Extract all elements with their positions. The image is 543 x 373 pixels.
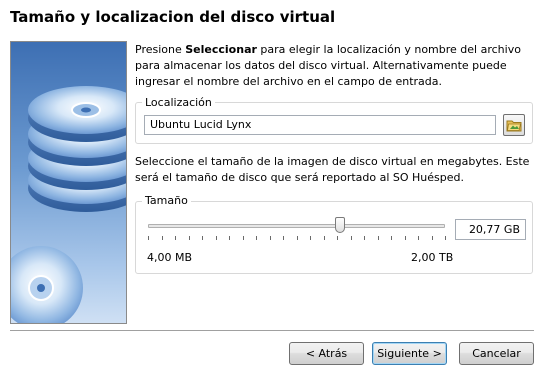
slider-tick: [189, 236, 190, 240]
slider-tick: [432, 236, 433, 240]
back-button[interactable]: < Atrás: [289, 342, 364, 365]
slider-tick: [297, 236, 298, 240]
size-slider-track[interactable]: [148, 224, 445, 228]
disk-banner-image: [10, 41, 127, 324]
size-min-label: 4,00 MB: [147, 251, 193, 264]
slider-tick: [216, 236, 217, 240]
slider-tick: [351, 236, 352, 240]
size-description: Seleccione el tamaño de la imagen de dis…: [135, 155, 530, 184]
location-group-label: Localización: [142, 96, 215, 109]
location-description: Presione Seleccionar para elegir la loca…: [135, 42, 530, 90]
slider-tick: [405, 236, 406, 240]
size-group-label: Tamaño: [142, 194, 191, 207]
slider-tick: [391, 236, 392, 240]
slider-tick: [418, 236, 419, 240]
location-desc-emphasis: Seleccionar: [185, 43, 257, 56]
size-slider-thumb[interactable]: [335, 217, 345, 233]
slider-tick: [256, 236, 257, 240]
slider-tick: [364, 236, 365, 240]
slider-tick: [310, 236, 311, 240]
slider-tick: [378, 236, 379, 240]
slider-tick: [283, 236, 284, 240]
slider-tick: [175, 236, 176, 240]
dialog-title: Tamaño y localizacion del disco virtual: [10, 8, 336, 26]
slider-tick: [243, 236, 244, 240]
location-input[interactable]: Ubuntu Lucid Lynx: [144, 115, 496, 135]
next-button[interactable]: Siguiente >: [372, 342, 447, 365]
size-input[interactable]: 20,77 GB: [455, 219, 526, 240]
select-location-button[interactable]: [503, 114, 525, 136]
slider-tick: [202, 236, 203, 240]
slider-tick: [445, 236, 446, 240]
folder-browse-icon: [506, 120, 522, 132]
slider-tick: [229, 236, 230, 240]
button-separator: [10, 330, 534, 332]
slider-tick: [324, 236, 325, 240]
location-desc-text: Presione: [135, 43, 186, 56]
slider-tick: [337, 236, 338, 240]
cancel-button[interactable]: Cancelar: [459, 342, 534, 365]
size-max-label: 2,00 TB: [411, 251, 454, 264]
slider-tick: [270, 236, 271, 240]
slider-tick: [162, 236, 163, 240]
slider-tick: [148, 236, 149, 240]
